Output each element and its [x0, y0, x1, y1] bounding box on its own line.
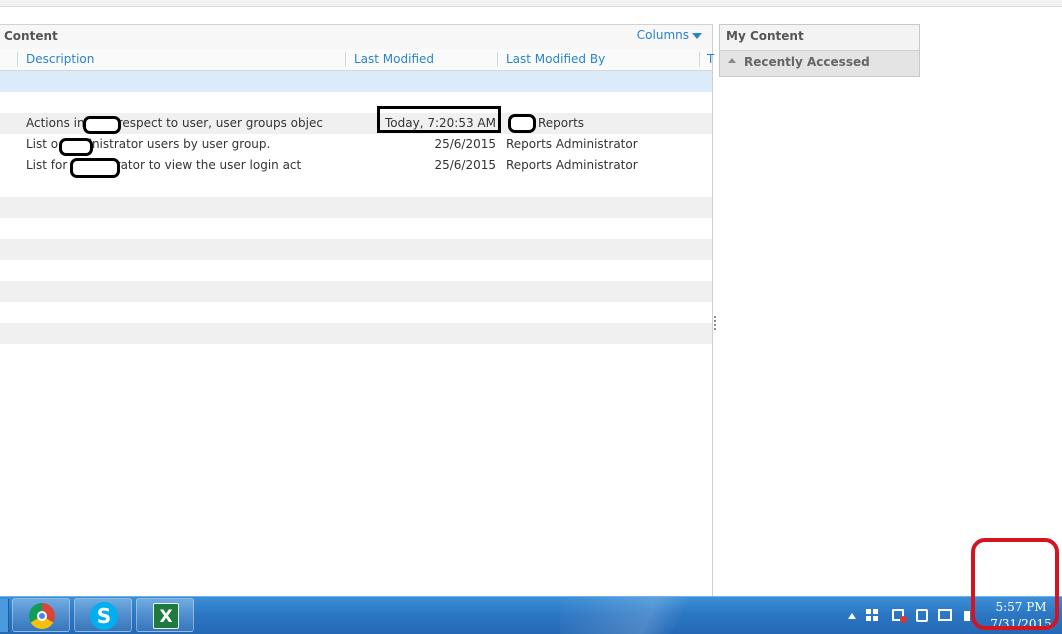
column-separator[interactable]: [345, 52, 346, 67]
table-row[interactable]: List o administrator users by user group…: [0, 134, 712, 155]
column-header-last-modified-by[interactable]: Last Modified By: [506, 52, 605, 66]
taskbar-skype-button[interactable]: S: [74, 598, 132, 632]
column-headers: Description Last Modified Last Modified …: [0, 49, 714, 71]
redaction-mark: [70, 158, 120, 178]
row-last-modified-by: Reports Administrator: [506, 158, 638, 172]
column-header-description[interactable]: Description: [26, 52, 94, 66]
content-panel: Content Columns Description Last Modifie…: [0, 24, 714, 620]
table-row-selected[interactable]: [0, 71, 712, 92]
network-icon[interactable]: [938, 609, 952, 621]
taskbar-excel-button[interactable]: X: [136, 598, 194, 632]
table-row-empty: [0, 176, 712, 197]
table-row-empty: [0, 239, 712, 260]
table-row-empty: [0, 218, 712, 239]
taskbar-decoration: [560, 597, 760, 634]
column-header-last-modified[interactable]: Last Modified: [354, 52, 434, 66]
highlight-box: [377, 106, 501, 133]
row-last-modified-by: Reports Administrator: [506, 137, 638, 151]
action-center-icon[interactable]: [892, 609, 907, 623]
show-hidden-icons-icon[interactable]: [848, 613, 856, 619]
excel-icon: X: [153, 603, 179, 629]
table-row-empty: [0, 323, 712, 344]
panel-splitter-grip[interactable]: [714, 316, 717, 334]
content-title: Content: [4, 29, 58, 43]
column-header-truncated[interactable]: T: [707, 52, 714, 66]
taskbar-chrome-button[interactable]: [12, 598, 70, 632]
windows-flag-icon[interactable]: [866, 609, 879, 622]
volume-icon[interactable]: [964, 611, 970, 621]
columns-label: Columns: [636, 28, 689, 42]
row-last-modified-by: Reports: [538, 116, 585, 130]
power-icon[interactable]: [916, 609, 928, 622]
start-button-edge[interactable]: [0, 599, 9, 632]
redaction-mark: [59, 138, 93, 156]
content-header: Content Columns: [0, 24, 712, 50]
red-highlight-annotation: [971, 538, 1059, 630]
table-row-empty: [0, 260, 712, 281]
table-row-empty: [0, 92, 712, 113]
table-row-empty: [0, 197, 712, 218]
table-row-empty: [0, 281, 712, 302]
my-content-title: My Content: [726, 29, 804, 43]
recently-accessed-section[interactable]: Recently Accessed: [720, 50, 919, 76]
redaction-mark: [83, 116, 121, 134]
column-separator[interactable]: [699, 52, 700, 67]
row-last-modified: 25/6/2015: [434, 137, 496, 151]
chrome-icon: [29, 603, 55, 629]
column-separator[interactable]: [497, 52, 498, 67]
caret-down-icon: [692, 32, 702, 39]
system-tray: [840, 597, 975, 634]
windows-taskbar: S X 5:57 PM 7/31/2015: [0, 596, 1062, 634]
skype-icon: S: [90, 602, 118, 630]
chevron-up-icon[interactable]: [728, 58, 736, 63]
my-content-panel: My Content Recently Accessed: [719, 24, 920, 77]
table-row-empty: [0, 302, 712, 323]
top-strip: [0, 0, 1062, 7]
redaction-mark: [508, 114, 536, 133]
column-separator[interactable]: [17, 52, 18, 67]
row-description: Actions in with respect to user, user gr…: [26, 116, 323, 130]
row-last-modified: 25/6/2015: [434, 158, 496, 172]
columns-button[interactable]: Columns: [637, 28, 702, 42]
recently-accessed-label: Recently Accessed: [744, 55, 870, 69]
